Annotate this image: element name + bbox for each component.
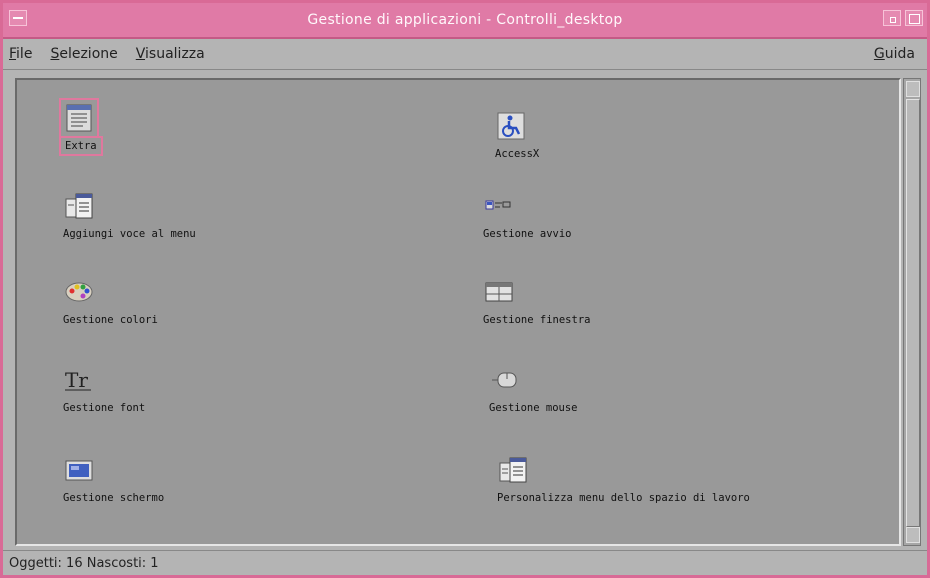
icon-label: Extra bbox=[59, 136, 103, 156]
palette-icon bbox=[63, 276, 95, 308]
maximize-button[interactable] bbox=[905, 10, 923, 26]
icon-label: Gestione avvio bbox=[483, 228, 572, 240]
status-bar: Oggetti: 16 Nascosti: 1 bbox=[3, 550, 927, 575]
icon-item-gestione-colori[interactable]: Gestione colori bbox=[63, 276, 158, 326]
icon-label: Aggiungi voce al menu bbox=[63, 228, 196, 240]
status-text: Oggetti: 16 Nascosti: 1 bbox=[9, 555, 159, 571]
notebook-icon bbox=[59, 98, 99, 138]
icon-item-extra[interactable]: Extra bbox=[59, 98, 103, 156]
svg-text:Tr: Tr bbox=[65, 368, 88, 392]
scroll-up-button[interactable] bbox=[906, 81, 920, 97]
menu-visualizza-rest: isualizza bbox=[145, 46, 205, 62]
icon-label: Personalizza menu dello spazio di lavoro bbox=[497, 492, 750, 504]
icon-item-accessx[interactable]: AccessX bbox=[495, 110, 539, 160]
app-manager-window: Gestione di applicazioni - Controlli_des… bbox=[0, 0, 930, 578]
scroll-thumb[interactable] bbox=[906, 99, 920, 527]
menu-file[interactable]: File bbox=[9, 46, 32, 62]
mouse-icon bbox=[489, 364, 521, 396]
startup-icon bbox=[483, 190, 515, 222]
icon-label: Gestione mouse bbox=[489, 402, 578, 414]
title-bar[interactable]: Gestione di applicazioni - Controlli_des… bbox=[3, 3, 927, 39]
scroll-down-button[interactable] bbox=[906, 527, 920, 543]
icon-item-aggiungi-voce[interactable]: Aggiungi voce al menu bbox=[63, 190, 196, 240]
icon-label: Gestione font bbox=[63, 402, 146, 414]
icon-item-gestione-mouse[interactable]: Gestione mouse bbox=[489, 364, 578, 414]
icon-label: Gestione schermo bbox=[63, 492, 165, 504]
font-icon: Tr bbox=[63, 364, 95, 396]
icon-item-gestione-schermo[interactable]: Gestione schermo bbox=[63, 454, 164, 504]
icon-item-gestione-finestra[interactable]: Gestione finestra bbox=[483, 276, 590, 326]
window-icon bbox=[483, 276, 515, 308]
icon-item-personalizza-menu[interactable]: Personalizza menu dello spazio di lavoro bbox=[497, 454, 750, 504]
workspace-menu-icon bbox=[497, 454, 529, 486]
minimize-button[interactable] bbox=[883, 10, 901, 26]
menu-bar: File Selezione Visualizza Guida bbox=[3, 39, 927, 70]
monitor-icon bbox=[63, 454, 95, 486]
window-title: Gestione di applicazioni - Controlli_des… bbox=[307, 12, 623, 28]
icon-item-gestione-avvio[interactable]: Gestione avvio bbox=[483, 190, 572, 240]
icon-label: Gestione colori bbox=[63, 314, 158, 326]
wheelchair-icon bbox=[495, 110, 527, 142]
menu-file-rest: ile bbox=[16, 46, 33, 62]
icon-item-gestione-font[interactable]: Tr Gestione font bbox=[63, 364, 145, 414]
window-menu-button[interactable] bbox=[9, 10, 27, 26]
menu-selezione[interactable]: Selezione bbox=[50, 46, 117, 62]
menu-guida-rest: uida bbox=[884, 46, 915, 62]
icon-label: Gestione finestra bbox=[483, 314, 591, 326]
menu-selezione-rest: elezione bbox=[59, 46, 118, 62]
menu-add-icon bbox=[63, 190, 95, 222]
menu-guida[interactable]: Guida bbox=[874, 46, 915, 62]
vertical-scrollbar[interactable] bbox=[903, 78, 921, 546]
icon-view[interactable]: Extra AccessX Aggiungi voce al menu Gest… bbox=[15, 78, 901, 546]
icon-label: AccessX bbox=[495, 148, 540, 160]
menu-visualizza[interactable]: Visualizza bbox=[136, 46, 205, 62]
